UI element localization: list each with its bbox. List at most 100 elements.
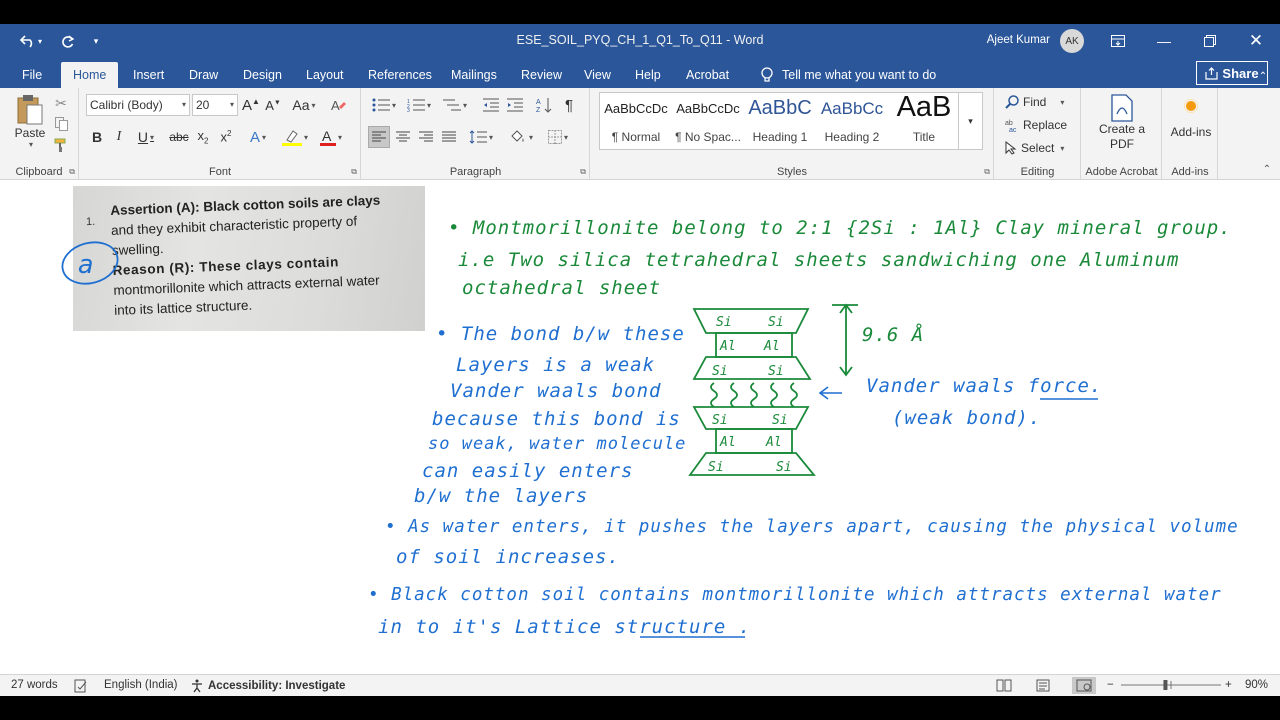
change-case-button[interactable]: Aa ▾ bbox=[288, 94, 320, 116]
justify-button[interactable] bbox=[438, 126, 460, 148]
font-size-select[interactable]: 20 ▾ bbox=[192, 94, 238, 116]
zoom-in-button[interactable]: + bbox=[1225, 679, 1232, 691]
note-blue-line: Vander waals bond bbox=[450, 380, 661, 402]
align-right-button[interactable] bbox=[415, 126, 437, 148]
zoom-thumb[interactable] bbox=[1163, 680, 1168, 690]
style-name: ¶ Normal bbox=[611, 130, 661, 144]
font-family-select[interactable]: Calibri (Body) ▾ bbox=[86, 94, 190, 116]
document-canvas[interactable]: 1. Assertion (A): Black cotton soils are… bbox=[0, 181, 1280, 674]
zoom-out-button[interactable]: − bbox=[1107, 679, 1114, 691]
word-count[interactable]: 27 words bbox=[11, 679, 58, 691]
avatar[interactable]: AK bbox=[1060, 29, 1084, 53]
tab-file[interactable]: File bbox=[20, 62, 44, 88]
font-color-button[interactable]: A ▾ bbox=[316, 126, 346, 148]
select-button[interactable]: Select ▾ bbox=[1005, 138, 1075, 158]
numbering-button[interactable]: 1 2 3 ▾ bbox=[403, 94, 435, 116]
svg-text:A: A bbox=[331, 98, 340, 113]
shrink-font-button[interactable]: A▼ bbox=[263, 94, 283, 116]
read-mode-button[interactable] bbox=[996, 679, 1012, 692]
close-button[interactable]: ✕ bbox=[1233, 28, 1279, 54]
style-title[interactable]: AaB Title bbox=[888, 91, 960, 149]
highlight-button[interactable]: ▾ bbox=[278, 126, 312, 148]
paste-button[interactable]: Paste ▾ bbox=[8, 92, 52, 150]
copy-button[interactable] bbox=[52, 115, 70, 133]
zoom-level[interactable]: 90% bbox=[1245, 679, 1268, 691]
font-group-label: Font bbox=[208, 166, 231, 178]
strikethrough-button[interactable]: abc bbox=[168, 126, 190, 148]
user-name[interactable]: Ajeet Kumar bbox=[987, 34, 1050, 46]
web-layout-button[interactable] bbox=[1072, 677, 1096, 694]
tab-home[interactable]: Home bbox=[61, 62, 119, 88]
sort-icon: AZ bbox=[536, 98, 552, 113]
tab-acrobat[interactable]: Acrobat bbox=[684, 62, 731, 88]
minimize-button[interactable]: — bbox=[1141, 28, 1187, 54]
interlayer-spacing: 9.6 Å bbox=[862, 323, 924, 346]
styles-launcher[interactable]: ⧉ bbox=[984, 167, 990, 177]
paragraph-launcher[interactable]: ⧉ bbox=[580, 167, 586, 177]
restore-button[interactable] bbox=[1187, 28, 1233, 54]
tab-references[interactable]: References bbox=[366, 62, 434, 88]
redo-button[interactable] bbox=[56, 30, 78, 52]
underline-button[interactable]: U ▾ bbox=[132, 126, 160, 148]
clear-formatting-button[interactable]: A bbox=[328, 94, 350, 116]
style-heading-1[interactable]: AaBbC Heading 1 bbox=[744, 93, 816, 149]
collapse-ribbon-button[interactable]: ⌃ bbox=[1256, 65, 1270, 87]
grow-font-button[interactable]: A▲ bbox=[241, 94, 261, 116]
tab-design[interactable]: Design bbox=[241, 62, 284, 88]
italic-button[interactable]: I bbox=[110, 126, 128, 148]
borders-button[interactable]: ▾ bbox=[542, 126, 574, 148]
word-window: ▾ ▾ ESE_SOIL_PYQ_CH_1_Q1_To_Q11 - Word A… bbox=[0, 24, 1280, 696]
print-layout-button[interactable] bbox=[1036, 679, 1050, 692]
justify-icon bbox=[442, 131, 456, 142]
sort-button[interactable]: AZ bbox=[533, 94, 555, 116]
tab-mailings[interactable]: Mailings bbox=[449, 62, 499, 88]
align-center-button[interactable] bbox=[392, 126, 414, 148]
addins-button[interactable]: Add-ins bbox=[1166, 94, 1216, 144]
decrease-indent-button[interactable] bbox=[480, 94, 502, 116]
tab-insert[interactable]: Insert bbox=[131, 62, 166, 88]
tab-layout[interactable]: Layout bbox=[304, 62, 346, 88]
select-label: Select bbox=[1021, 141, 1055, 155]
font-launcher[interactable]: ⧉ bbox=[351, 167, 357, 177]
format-painter-button[interactable] bbox=[52, 136, 70, 154]
style-heading-2[interactable]: AaBbCc Heading 2 bbox=[816, 93, 888, 149]
tell-me-search[interactable]: Tell me what you want to do bbox=[760, 67, 936, 83]
align-left-button[interactable] bbox=[368, 126, 390, 148]
cut-button[interactable]: ✂ bbox=[52, 94, 70, 112]
shading-button[interactable]: ▾ bbox=[504, 126, 538, 148]
superscript-button[interactable]: x2 bbox=[216, 126, 236, 148]
scissors-icon: ✂ bbox=[55, 94, 67, 111]
collapse-ribbon-chevron[interactable]: ⌃ bbox=[1260, 162, 1274, 176]
text-effects-button[interactable]: A ▾ bbox=[243, 126, 273, 148]
styles-more-button[interactable]: ▾ bbox=[959, 92, 983, 150]
accessibility-button[interactable]: Accessibility: Investigate bbox=[190, 679, 345, 693]
show-marks-button[interactable]: ¶ bbox=[558, 94, 580, 116]
subscript-button[interactable]: x2 bbox=[193, 126, 213, 148]
tab-view[interactable]: View bbox=[582, 62, 613, 88]
svg-text:Si: Si bbox=[776, 460, 792, 475]
style-normal[interactable]: AaBbCcDc ¶ Normal bbox=[600, 93, 672, 149]
svg-text:Si: Si bbox=[768, 364, 784, 379]
language-indicator[interactable]: English (India) bbox=[104, 679, 178, 691]
proofing-button[interactable] bbox=[74, 679, 88, 693]
multilevel-list-button[interactable]: ▾ bbox=[439, 94, 471, 116]
create-pdf-button[interactable]: Create a PDF bbox=[1088, 92, 1156, 154]
redo-icon bbox=[61, 34, 74, 48]
customize-quick-access-button[interactable]: ▾ bbox=[88, 30, 104, 52]
bold-button[interactable]: B bbox=[88, 126, 106, 148]
replace-button[interactable]: ab ac Replace bbox=[1005, 115, 1075, 135]
tab-draw[interactable]: Draw bbox=[187, 62, 220, 88]
note-blue-line: can easily enters bbox=[422, 460, 633, 482]
clipboard-launcher[interactable]: ⧉ bbox=[69, 167, 75, 177]
style-no-spacing[interactable]: AaBbCcDc ¶ No Spac... bbox=[672, 93, 744, 149]
increase-indent-button[interactable] bbox=[504, 94, 526, 116]
ribbon-display-options-button[interactable] bbox=[1095, 28, 1141, 54]
find-button[interactable]: Find ▾ bbox=[1005, 92, 1075, 112]
line-spacing-button[interactable]: ▾ bbox=[465, 126, 497, 148]
tab-help[interactable]: Help bbox=[633, 62, 663, 88]
tab-review[interactable]: Review bbox=[519, 62, 564, 88]
undo-button[interactable]: ▾ bbox=[14, 30, 48, 52]
svg-text:Si: Si bbox=[716, 315, 732, 330]
bullets-button[interactable]: ▾ bbox=[368, 94, 400, 116]
clipboard-group-label: Clipboard bbox=[15, 166, 63, 178]
